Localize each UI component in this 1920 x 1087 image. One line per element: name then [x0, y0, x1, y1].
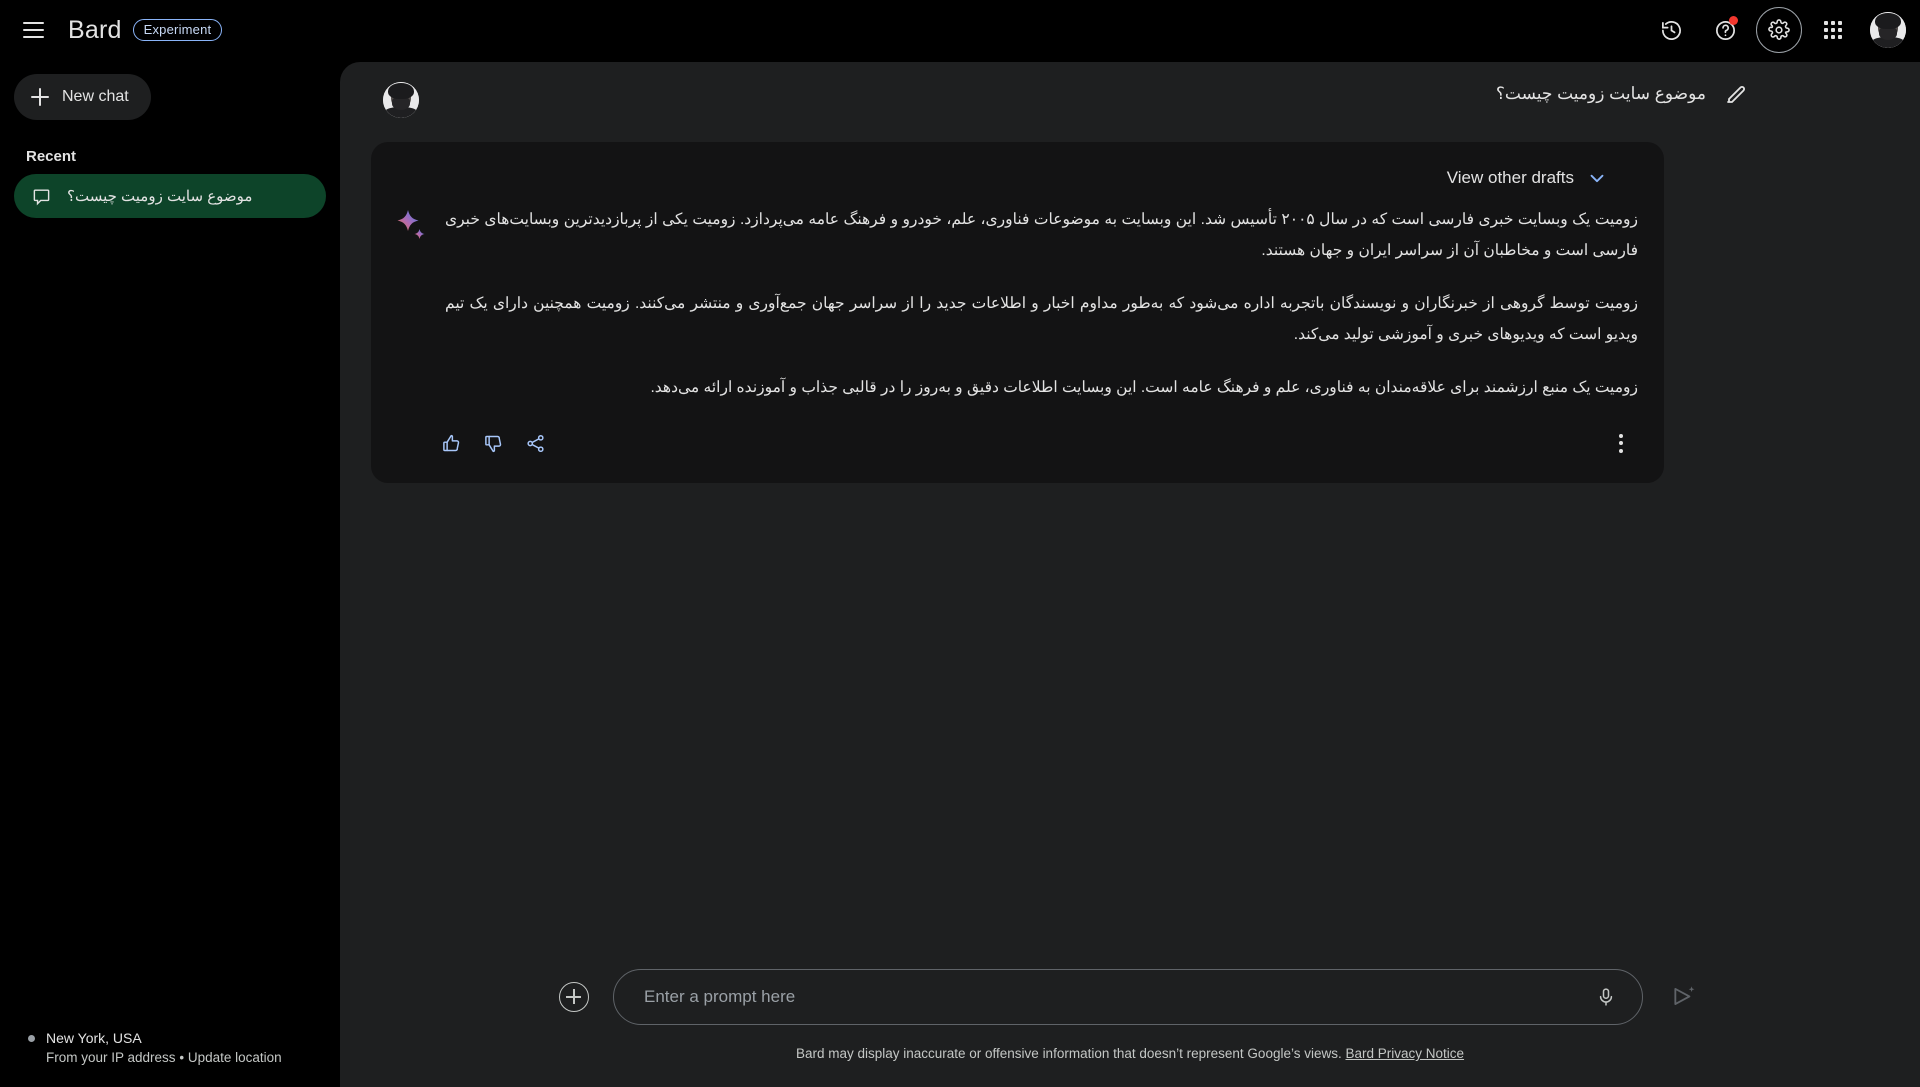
- bard-sparkle-icon: [397, 204, 427, 403]
- hamburger-line: [22, 29, 44, 31]
- location-info: New York, USA From your IP address • Upd…: [28, 1030, 328, 1065]
- location-source: From your IP address: [46, 1050, 176, 1065]
- search-input[interactable]: [644, 987, 1592, 1007]
- prompt-input-box[interactable]: [613, 969, 1643, 1025]
- history-icon[interactable]: [1648, 7, 1694, 53]
- sidebar-item-label: موضوع سایت زومیت چیست؟: [67, 188, 253, 205]
- plus-circle-icon[interactable]: [559, 982, 589, 1012]
- app-title: Bard: [68, 15, 122, 44]
- notification-dot: [1729, 16, 1738, 25]
- new-chat-button[interactable]: New chat: [14, 74, 151, 120]
- experiment-badge: Experiment: [132, 19, 223, 41]
- response-paragraph: زومیت توسط گروهی از خبرنگاران و نویسندگا…: [445, 295, 1638, 343]
- top-app-bar: Bard Experiment: [0, 0, 1920, 60]
- response-paragraph: زومیت یک منبع ارزشمند برای علاقه‌مندان ب…: [650, 379, 1638, 396]
- settings-gear-icon[interactable]: [1756, 7, 1802, 53]
- more-vertical-icon[interactable]: [1604, 426, 1638, 460]
- top-bar-actions: [1648, 7, 1920, 53]
- view-other-drafts-row[interactable]: View other drafts: [397, 158, 1638, 198]
- edit-pencil-icon[interactable]: [1724, 82, 1748, 106]
- location-dot-icon: [28, 1034, 35, 1042]
- share-icon[interactable]: [517, 425, 553, 461]
- privacy-notice-link[interactable]: Bard Privacy Notice: [1346, 1046, 1465, 1061]
- hamburger-menu-icon[interactable]: [10, 7, 56, 53]
- apps-grid-icon[interactable]: [1810, 7, 1856, 53]
- thumbs-down-icon[interactable]: [475, 425, 511, 461]
- footer-disclaimer: Bard may display inaccurate or offensive…: [340, 1046, 1920, 1061]
- response-text: زومیت یک وبسایت خبری فارسی است که در سال…: [445, 204, 1638, 403]
- main-panel: موضوع سایت زومیت چیست؟ View other drafts: [340, 62, 1920, 1087]
- location-separator: •: [179, 1050, 185, 1065]
- location-place: New York, USA: [46, 1030, 142, 1046]
- account-avatar[interactable]: [1870, 12, 1906, 48]
- chat-bubble-icon: [33, 188, 50, 205]
- response-paragraph: زومیت یک وبسایت خبری فارسی است که در سال…: [445, 211, 1638, 259]
- hamburger-line: [22, 22, 44, 24]
- disclaimer-text: Bard may display inaccurate or offensive…: [795, 1046, 1342, 1061]
- new-chat-label: New chat: [62, 88, 129, 105]
- hamburger-line: [22, 36, 44, 38]
- update-location-link[interactable]: Update location: [188, 1050, 282, 1065]
- user-avatar: [383, 82, 419, 118]
- chevron-down-icon[interactable]: [1586, 167, 1608, 189]
- prompt-input-area: [340, 969, 1920, 1025]
- microphone-icon[interactable]: [1592, 983, 1620, 1011]
- response-actions: [397, 425, 1638, 461]
- sidebar: New chat Recent موضوع سایت زومیت چیست؟ N…: [0, 60, 340, 1087]
- help-question-icon[interactable]: [1702, 7, 1748, 53]
- thumbs-up-icon[interactable]: [433, 425, 469, 461]
- response-card: View other drafts زومیت یک وبسایت خبری ف…: [371, 142, 1664, 483]
- view-other-drafts-label[interactable]: View other drafts: [1447, 168, 1574, 188]
- recent-section-label: Recent: [26, 148, 77, 165]
- sidebar-item-chat-0[interactable]: موضوع سایت زومیت چیست؟: [14, 174, 326, 218]
- brand: Bard Experiment: [68, 15, 223, 45]
- plus-icon: [31, 88, 49, 106]
- prompt-title: موضوع سایت زومیت چیست؟: [1495, 84, 1706, 103]
- send-sparkle-icon[interactable]: [1667, 980, 1701, 1014]
- prompt-header: موضوع سایت زومیت چیست؟: [1496, 82, 1748, 106]
